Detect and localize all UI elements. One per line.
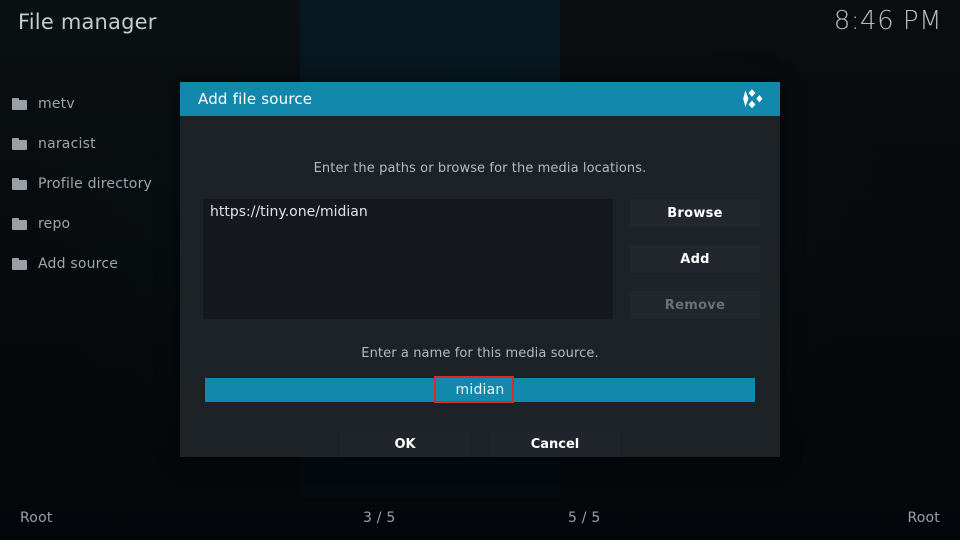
paths-list[interactable]: https://tiny.one/midian	[203, 199, 613, 319]
folder-icon	[12, 138, 27, 150]
footer-right-path: Root	[907, 510, 940, 526]
sidebar-item-label: Profile directory	[38, 176, 153, 192]
sidebar-item-label: naracist	[38, 136, 96, 152]
footer-left-count: 3 / 5	[363, 510, 396, 526]
source-name-input[interactable]: midian	[205, 378, 755, 402]
folder-icon	[12, 218, 27, 230]
dialog-actions: OK Cancel	[340, 431, 620, 457]
sidebar-item-naracist[interactable]: naracist	[0, 124, 180, 164]
folder-icon	[12, 178, 27, 190]
kodi-logo	[740, 87, 764, 111]
add-button[interactable]: Add	[630, 245, 760, 273]
dialog-header: Add file source	[180, 82, 780, 116]
clock: 8:46 PM	[833, 6, 942, 36]
add-file-source-dialog: Add file source Enter the paths or brows…	[180, 82, 780, 457]
sidebar-item-add-source[interactable]: Add source	[0, 244, 180, 284]
browse-button[interactable]: Browse	[630, 199, 760, 227]
kodi-screen: File manager 8:46 PM metv naracist Profi…	[0, 0, 960, 540]
paths-hint: Enter the paths or browse for the media …	[313, 161, 647, 176]
file-source-list: metv naracist Profile directory repo Add…	[0, 84, 180, 284]
footer-right-count: 5 / 5	[568, 510, 601, 526]
page-title: File manager	[18, 10, 157, 34]
folder-icon	[12, 98, 27, 110]
sidebar-item-label: Add source	[38, 256, 119, 272]
status-bar: Root 3 / 5 5 / 5 Root	[0, 498, 960, 540]
footer-left-path: Root	[20, 510, 53, 526]
sidebar-item-label: metv	[38, 96, 75, 112]
dialog-title: Add file source	[198, 90, 313, 108]
cancel-button[interactable]: Cancel	[490, 431, 620, 457]
source-name-value: midian	[455, 382, 505, 398]
paths-actions: Browse Add Remove	[630, 199, 760, 319]
sidebar-item-label: repo	[38, 216, 71, 232]
top-bar: File manager 8:46 PM	[0, 0, 960, 52]
remove-button: Remove	[630, 291, 760, 319]
ok-button[interactable]: OK	[340, 431, 470, 457]
dialog-body: Enter the paths or browse for the media …	[180, 116, 780, 457]
folder-icon	[12, 258, 27, 270]
name-hint: Enter a name for this media source.	[361, 346, 599, 361]
sidebar-item-metv[interactable]: metv	[0, 84, 180, 124]
path-value: https://tiny.one/midian	[210, 204, 368, 220]
sidebar-item-profile-directory[interactable]: Profile directory	[0, 164, 180, 204]
list-item[interactable]: https://tiny.one/midian	[203, 199, 613, 225]
sidebar-item-repo[interactable]: repo	[0, 204, 180, 244]
